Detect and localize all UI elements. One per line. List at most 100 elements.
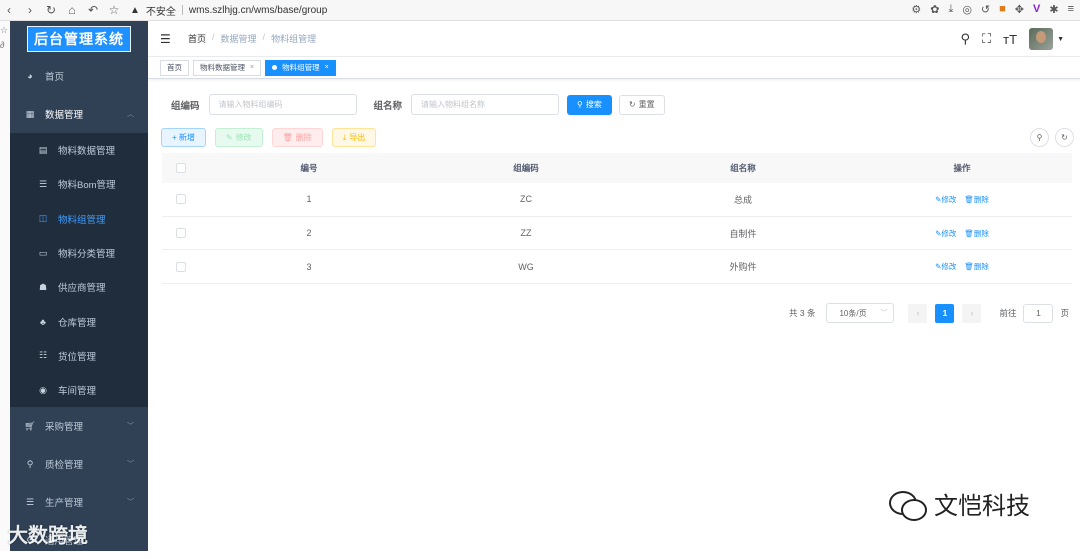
- watermark-right-text: 文恺科技: [934, 493, 1030, 520]
- cell-name: 外购件: [729, 262, 757, 273]
- extension-icon[interactable]: ⚙: [911, 3, 921, 16]
- category-icon: ▭: [38, 247, 48, 258]
- cell-code: ZC: [520, 194, 532, 205]
- extension-icon[interactable]: ■: [999, 3, 1006, 16]
- edit-button[interactable]: ✎ 修改: [214, 128, 263, 147]
- sidebar-item-label: 物料Bom管理: [58, 180, 116, 192]
- fullscreen-icon[interactable]: ⛶: [982, 31, 991, 47]
- breadcrumb-separator: /: [212, 32, 215, 42]
- home-icon[interactable]: ⌂: [66, 4, 78, 16]
- export-button[interactable]: ⤓ 导出: [331, 128, 377, 147]
- table-row[interactable]: 1 ZC 总成 ✎修改 🗑︎删除: [162, 183, 1072, 217]
- page-unit-label: 页: [1060, 308, 1069, 318]
- reset-button[interactable]: ↻ 重置: [618, 94, 665, 115]
- sidebar-item-home[interactable]: ◕ 首页: [10, 57, 148, 95]
- close-icon[interactable]: ×: [250, 64, 254, 71]
- undo-icon[interactable]: ↶: [87, 4, 99, 16]
- refresh-icon[interactable]: ↻: [1055, 128, 1074, 147]
- row-delete-link[interactable]: 🗑︎删除: [964, 228, 989, 239]
- material-group-table: 编号 组编码 组名称 操作 1 ZC 总成 ✎修改 🗑︎删除 2 ZZ 自制件 …: [162, 153, 1072, 285]
- address-bar[interactable]: ▲ 不安全 wms.szlhjg.cn/wms/base/group: [130, 3, 327, 18]
- download-icon[interactable]: ⤓: [948, 3, 953, 16]
- table-row[interactable]: 3 WG 外购件 ✎修改 🗑︎删除: [162, 250, 1072, 285]
- cell-code: ZZ: [520, 228, 532, 239]
- cart-icon: 🛒︎: [24, 420, 36, 431]
- settings-icon[interactable]: ✱: [1049, 3, 1058, 16]
- add-button[interactable]: + 新增: [161, 128, 206, 147]
- avatar[interactable]: [1029, 28, 1054, 50]
- dashboard-icon: ◕: [27, 71, 33, 81]
- link-icon[interactable]: ∂: [0, 40, 10, 50]
- row-edit-link[interactable]: ✎修改: [935, 261, 956, 272]
- cell-name: 总成: [733, 194, 752, 205]
- row-delete-link[interactable]: 🗑︎删除: [964, 194, 989, 205]
- sidebar-item-purchase[interactable]: 🛒︎ 采购管理 ﹀: [10, 407, 148, 445]
- back-icon[interactable]: ‹: [3, 4, 15, 16]
- row-edit-label: 修改: [941, 228, 957, 238]
- next-page-button[interactable]: ›: [962, 303, 982, 323]
- chevron-down-icon: ﹀: [880, 310, 888, 317]
- row-edit-link[interactable]: ✎修改: [935, 194, 956, 205]
- close-icon[interactable]: ×: [325, 64, 329, 71]
- menu-icon[interactable]: ≡: [1068, 3, 1074, 16]
- sidebar-item-production[interactable]: ☰ 生产管理 ﹀: [10, 483, 148, 521]
- history-icon[interactable]: ↺: [981, 3, 990, 16]
- search-toggle-icon[interactable]: ⚲: [1030, 128, 1049, 147]
- cell-name: 自制件: [729, 228, 757, 239]
- sidebar-item-workshop[interactable]: ◉ 车间管理: [10, 373, 148, 407]
- sidebar-item-warehouse[interactable]: ♣ 仓库管理: [10, 304, 148, 338]
- v-extension-icon[interactable]: V: [1033, 3, 1040, 16]
- row-checkbox[interactable]: [176, 228, 186, 239]
- screenshot-icon[interactable]: ◎: [962, 3, 972, 16]
- sidebar-item-material-category[interactable]: ▭ 物料分类管理: [10, 236, 148, 270]
- sidebar-item-label: 生产管理: [45, 498, 84, 510]
- sidebar-item-label: 物料分类管理: [58, 249, 116, 261]
- prev-page-button[interactable]: ‹: [908, 303, 928, 323]
- page-size-select[interactable]: 10条/页 ﹀: [826, 303, 895, 323]
- star-icon[interactable]: ☆: [108, 4, 120, 16]
- tag-material-group[interactable]: 物料组管理 ×: [265, 59, 336, 76]
- page-number-current[interactable]: 1: [935, 303, 955, 323]
- row-edit-link[interactable]: ✎修改: [935, 228, 956, 239]
- font-size-icon[interactable]: тT: [1003, 32, 1017, 47]
- delete-button[interactable]: 🗑︎ 删除: [271, 128, 323, 147]
- row-checkbox[interactable]: [176, 261, 186, 272]
- sidebar-item-material-group[interactable]: ◫ 物料组管理: [10, 202, 148, 236]
- sidebar-item-quality[interactable]: ⚲ 质检管理 ﹀: [10, 445, 148, 483]
- group-name-input[interactable]: 请输入物料组名称: [411, 94, 560, 115]
- row-checkbox-cell: [162, 228, 200, 239]
- cell-id: 3: [306, 261, 312, 272]
- trash-icon: 🗑︎: [964, 228, 974, 238]
- sidebar-item-location[interactable]: ☷ 货位管理: [10, 339, 148, 373]
- search-button[interactable]: ⚲ 搜索: [567, 94, 612, 115]
- url-text[interactable]: wms.szlhjg.cn/wms/base/group: [189, 5, 327, 16]
- tag-home[interactable]: 首页: [160, 59, 189, 76]
- group-code-input[interactable]: 请输入物料组编码: [208, 94, 357, 115]
- table-row[interactable]: 2 ZZ 自制件 ✎修改 🗑︎删除: [162, 217, 1072, 251]
- sidebar-item-label: 货位管理: [58, 351, 97, 363]
- breadcrumb-home[interactable]: 首页: [188, 32, 206, 45]
- hamburger-icon[interactable]: ☰: [160, 32, 174, 46]
- select-all-checkbox[interactable]: [176, 163, 186, 173]
- total-count: 共 3 条: [789, 308, 816, 318]
- tag-material-data[interactable]: 物料数据管理 ×: [193, 59, 262, 76]
- caret-down-icon[interactable]: ▼: [1057, 36, 1064, 43]
- forward-icon[interactable]: ›: [24, 4, 36, 16]
- header-tools: ⚲ ⛶ тT ▼: [961, 28, 1064, 50]
- goto-page-input[interactable]: 1: [1023, 303, 1054, 323]
- sidebar-item-data-management[interactable]: ▦ 数据管理 ︿: [10, 95, 148, 133]
- search-icon[interactable]: ⚲: [961, 31, 971, 47]
- sidebar-item-supplier[interactable]: ☗ 供应商管理: [10, 270, 148, 304]
- sidebar-item-material-data[interactable]: ▤ 物料数据管理: [10, 133, 148, 167]
- row-edit-label: 修改: [941, 194, 957, 204]
- sidebar-item-label: 供应商管理: [58, 283, 106, 295]
- column-header-name: 组名称: [730, 163, 756, 173]
- reload-icon[interactable]: ↻: [45, 4, 57, 16]
- delete-button-label: 删除: [295, 133, 312, 142]
- star-icon[interactable]: ☆: [0, 25, 10, 36]
- row-checkbox[interactable]: [176, 194, 186, 205]
- sidebar-item-material-bom[interactable]: ☰ 物料Bom管理: [10, 167, 148, 201]
- extension-icon[interactable]: ✿: [930, 3, 939, 16]
- puzzle-icon[interactable]: ✥: [1015, 3, 1024, 16]
- row-delete-link[interactable]: 🗑︎删除: [964, 261, 989, 272]
